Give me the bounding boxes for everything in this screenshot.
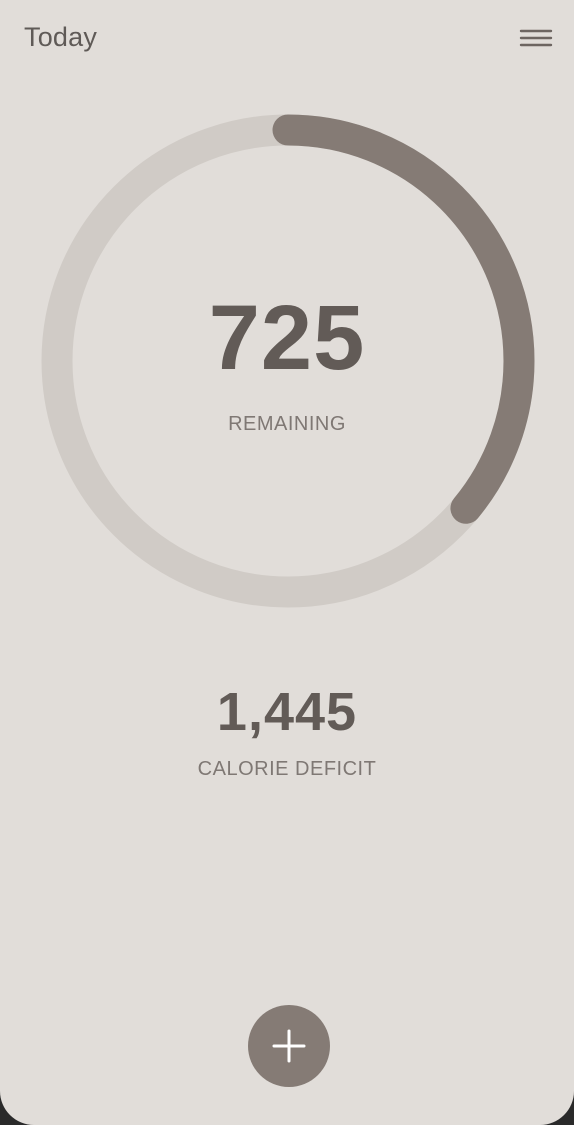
hamburger-menu-icon (519, 29, 553, 47)
remaining-calories-label: REMAINING (228, 413, 346, 435)
calorie-deficit-value: 1,445 (216, 682, 358, 742)
add-entry-button[interactable] (248, 1005, 330, 1087)
header: Today (0, 0, 574, 80)
app-screen: Today 725 REMAINING 1,445 CALORIE DEFICI… (0, 0, 574, 1125)
remaining-calories-value: 725 (208, 287, 366, 389)
plus-icon (272, 1029, 306, 1063)
calorie-deficit-label: CALORIE DEFICIT (197, 758, 377, 780)
menu-button[interactable] (516, 26, 556, 52)
page-title: Today (24, 22, 98, 52)
